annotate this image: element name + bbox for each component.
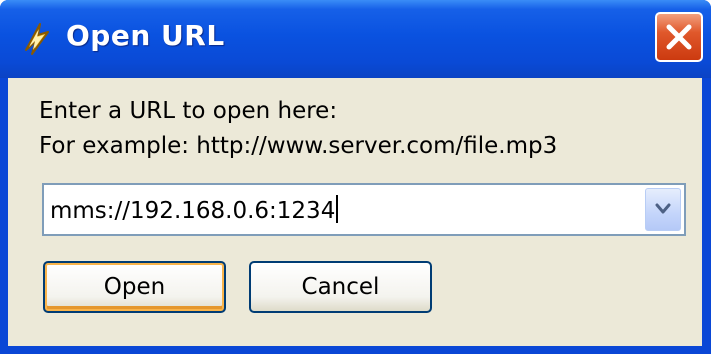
dropdown-button[interactable] <box>645 188 681 231</box>
close-button[interactable] <box>655 12 703 62</box>
url-combobox[interactable]: mms://192.168.0.6:1234 <box>42 183 686 236</box>
close-x-icon <box>666 24 692 50</box>
open-url-dialog: Open URL Enter a URL to open here: For e… <box>0 0 711 354</box>
url-input-value: mms://192.168.0.6:1234 <box>50 198 336 224</box>
lightning-bolt-icon <box>18 20 54 56</box>
title-bar[interactable]: Open URL <box>0 0 711 78</box>
example-label: For example: http://www.server.com/file.… <box>39 133 558 159</box>
dialog-title: Open URL <box>66 19 225 52</box>
open-button[interactable]: Open <box>43 261 226 313</box>
dialog-body: Enter a URL to open here: For example: h… <box>8 78 702 346</box>
cancel-button[interactable]: Cancel <box>249 261 432 313</box>
prompt-label: Enter a URL to open here: <box>39 98 338 124</box>
chevron-down-icon <box>655 203 671 214</box>
url-input[interactable]: mms://192.168.0.6:1234 <box>50 195 339 224</box>
text-caret <box>336 195 339 223</box>
